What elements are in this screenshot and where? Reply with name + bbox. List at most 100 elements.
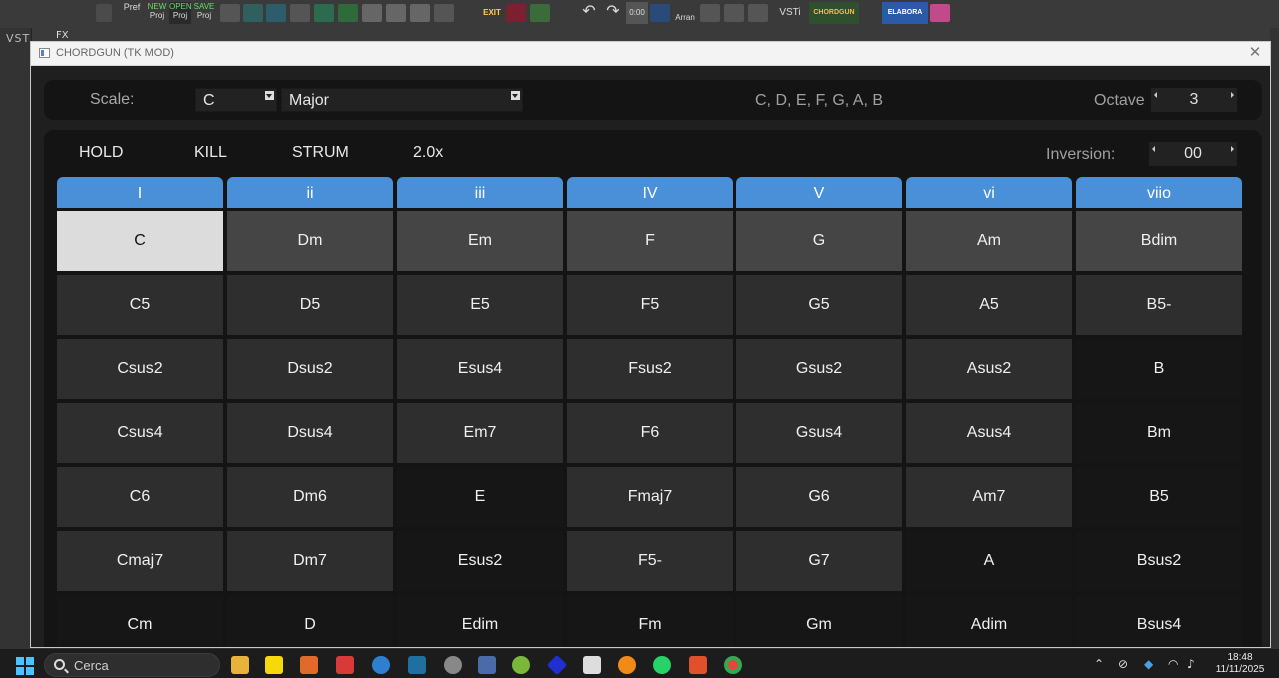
file-explorer-icon[interactable]: [231, 656, 249, 674]
chord-button[interactable]: G5: [736, 275, 902, 335]
snap-icon[interactable]: [338, 4, 358, 22]
chord-button[interactable]: B5: [1076, 467, 1242, 527]
chord-button[interactable]: Cm: [57, 595, 223, 647]
star-icon[interactable]: [506, 4, 526, 22]
chrome-icon[interactable]: [724, 656, 742, 674]
strum-button[interactable]: STRUM: [292, 144, 349, 162]
mixer-icon[interactable]: [700, 4, 720, 22]
chordgun-button[interactable]: CHORDGUN: [809, 2, 859, 24]
chord-button[interactable]: E5: [397, 275, 563, 335]
increment-icon[interactable]: [1231, 92, 1234, 98]
inversion-stepper[interactable]: 00: [1149, 142, 1237, 166]
sticky-notes-icon[interactable]: [265, 656, 283, 674]
brave-icon[interactable]: [689, 656, 707, 674]
lock-icon[interactable]: [362, 4, 382, 22]
increment-icon[interactable]: [1231, 146, 1234, 152]
vsti-button[interactable]: VSTi: [776, 2, 804, 24]
undo-button[interactable]: ↶: [578, 2, 600, 24]
orange-app-icon[interactable]: [618, 656, 636, 674]
octave-stepper[interactable]: 3: [1151, 88, 1237, 112]
wrench-icon[interactable]: [386, 4, 406, 22]
wifi-icon[interactable]: ◠: [1168, 657, 1178, 671]
chord-button[interactable]: Asus2: [906, 339, 1072, 399]
chord-button[interactable]: Fmaj7: [567, 467, 733, 527]
fx-tab[interactable]: FX: [56, 30, 69, 41]
security-icon[interactable]: ◆: [1144, 657, 1153, 671]
chord-button[interactable]: F6: [567, 403, 733, 463]
chord-button[interactable]: Dm7: [227, 531, 393, 591]
whatsapp-icon[interactable]: [653, 656, 671, 674]
zoom-icon[interactable]: [724, 4, 744, 22]
chord-button[interactable]: Dm: [227, 211, 393, 271]
crossfade-icon[interactable]: [243, 4, 263, 22]
chord-button[interactable]: B: [1076, 339, 1242, 399]
chord-button[interactable]: Em7: [397, 403, 563, 463]
network-off-icon[interactable]: ⊘: [1118, 657, 1128, 671]
reaper-icon[interactable]: [444, 656, 462, 674]
chord-button[interactable]: E: [397, 467, 563, 527]
chord-button[interactable]: Csus4: [57, 403, 223, 463]
piano-icon[interactable]: [748, 4, 768, 22]
chord-button[interactable]: Esus4: [397, 339, 563, 399]
chord-button[interactable]: C5: [57, 275, 223, 335]
arrow-icon[interactable]: [530, 4, 550, 22]
chord-button[interactable]: G7: [736, 531, 902, 591]
snail-icon[interactable]: [512, 656, 530, 674]
elabora-button[interactable]: ELABORA: [882, 2, 928, 24]
taskbar-search[interactable]: Cerca: [44, 653, 220, 677]
document-icon[interactable]: [478, 656, 496, 674]
chord-button[interactable]: Bsus2: [1076, 531, 1242, 591]
chord-button[interactable]: Am: [906, 211, 1072, 271]
chord-button[interactable]: Asus4: [906, 403, 1072, 463]
title-bar[interactable]: CHORDGUN (TK MOD) ✕: [31, 42, 1270, 66]
chord-button[interactable]: Am7: [906, 467, 1072, 527]
piano-app-icon[interactable]: [583, 656, 601, 674]
group-icon[interactable]: [314, 4, 334, 22]
chord-button[interactable]: Dsus2: [227, 339, 393, 399]
globe-icon[interactable]: [372, 656, 390, 674]
link-icon[interactable]: [266, 4, 286, 22]
system-clock[interactable]: 18:48 11/11/2025: [1212, 652, 1268, 676]
chord-button[interactable]: Edim: [397, 595, 563, 647]
pref-button[interactable]: Pref: [120, 3, 144, 25]
app-icon-blue[interactable]: [408, 656, 426, 674]
new-project-button[interactable]: NEW Proj: [146, 2, 168, 24]
chord-button[interactable]: F5: [567, 275, 733, 335]
strum-speed[interactable]: 2.0x: [413, 144, 443, 162]
chord-button[interactable]: Dm6: [227, 467, 393, 527]
chord-button[interactable]: Fm: [567, 595, 733, 647]
chord-button[interactable]: Gsus2: [736, 339, 902, 399]
chord-button[interactable]: C: [57, 211, 223, 271]
chord-button[interactable]: A: [906, 531, 1072, 591]
arrange-button[interactable]: Arran: [673, 13, 697, 35]
chord-button[interactable]: Gm: [736, 595, 902, 647]
grid-icon[interactable]: [290, 4, 310, 22]
open-project-button[interactable]: OPEN Proj: [169, 2, 192, 24]
chord-button[interactable]: Gsus4: [736, 403, 902, 463]
scale-type-select[interactable]: Major: [281, 88, 523, 112]
diamond-icon[interactable]: [546, 654, 568, 676]
windows-start-icon[interactable]: [16, 657, 34, 675]
chord-button[interactable]: Bm: [1076, 403, 1242, 463]
scale-root-select[interactable]: C: [195, 88, 277, 112]
chord-button[interactable]: D: [227, 595, 393, 647]
hold-button[interactable]: HOLD: [79, 144, 123, 162]
redo-button[interactable]: ↷: [602, 2, 624, 24]
chord-button[interactable]: F: [567, 211, 733, 271]
record-icon[interactable]: [220, 4, 240, 22]
vst-tab[interactable]: VST: [6, 32, 30, 45]
volume-icon[interactable]: ♪: [1187, 657, 1195, 671]
pencil-icon[interactable]: [410, 4, 430, 22]
chord-button[interactable]: G: [736, 211, 902, 271]
kill-button[interactable]: KILL: [194, 144, 227, 162]
chord-button[interactable]: D5: [227, 275, 393, 335]
chord-button[interactable]: Csus2: [57, 339, 223, 399]
chord-button[interactable]: Cmaj7: [57, 531, 223, 591]
tempo-icon[interactable]: [650, 4, 670, 22]
chord-button[interactable]: Fsus2: [567, 339, 733, 399]
chord-button[interactable]: Bdim: [1076, 211, 1242, 271]
chord-button[interactable]: B5-: [1076, 275, 1242, 335]
save-project-button[interactable]: SAVE Proj: [193, 2, 215, 24]
close-button[interactable]: ✕: [1246, 44, 1264, 62]
media-player-icon[interactable]: [300, 656, 318, 674]
